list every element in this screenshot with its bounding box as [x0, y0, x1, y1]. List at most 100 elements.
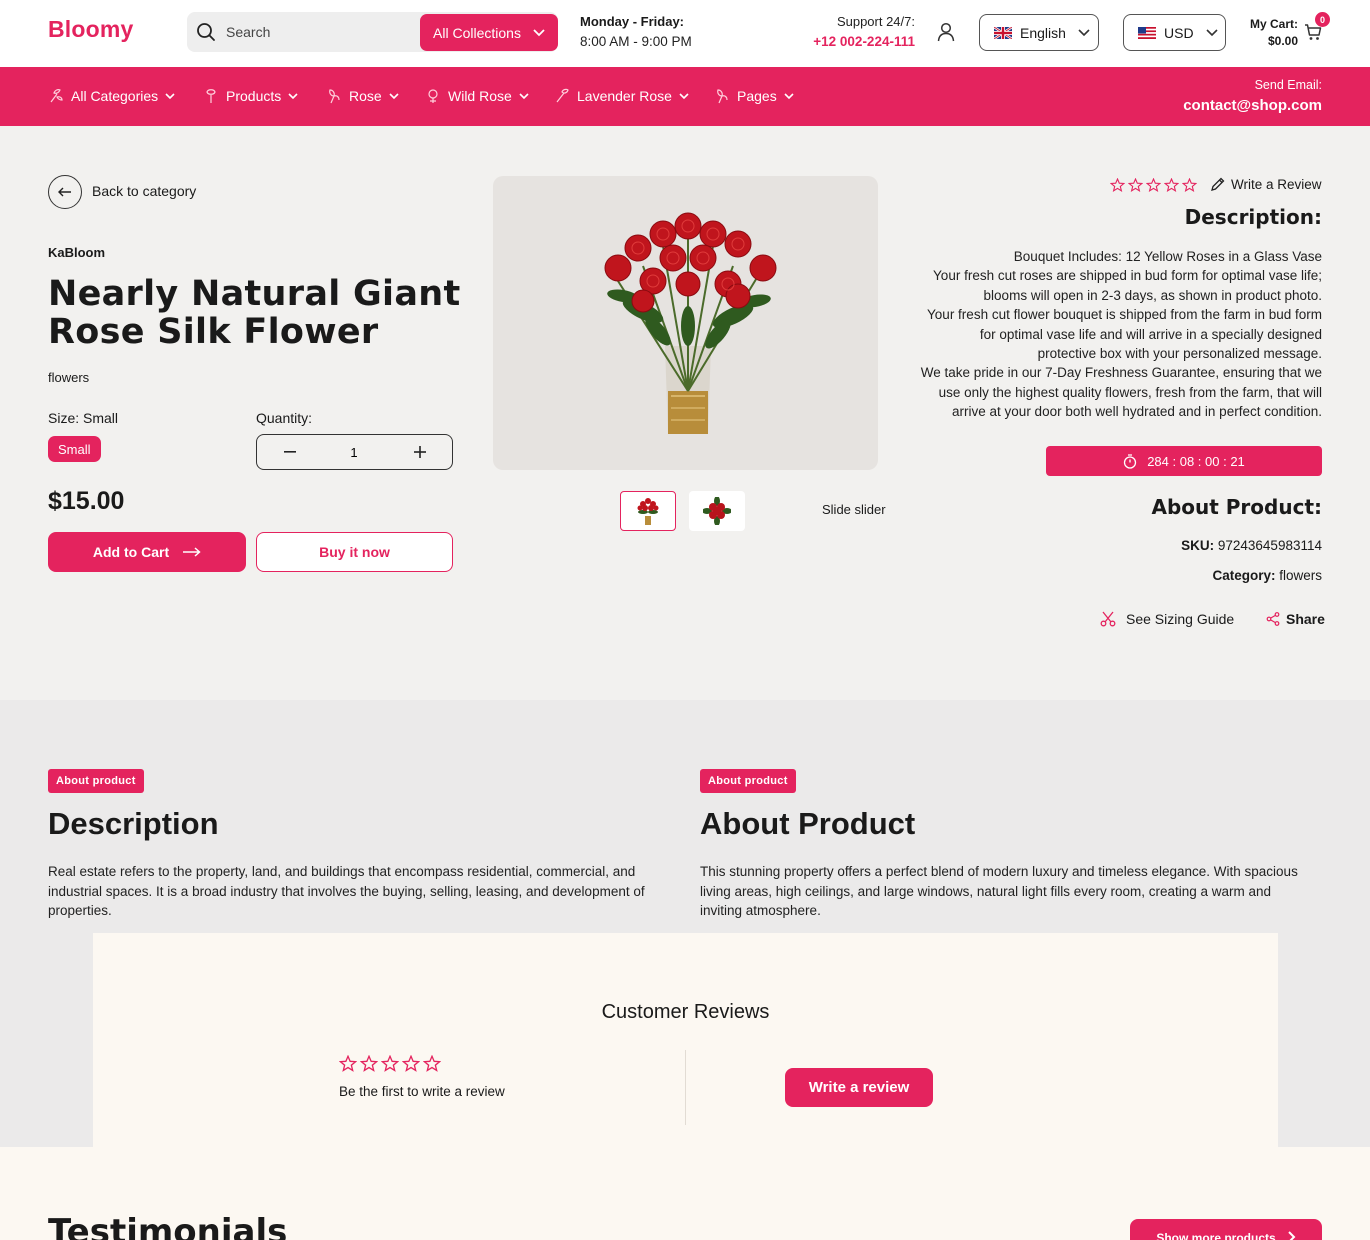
chevron-down-icon: [165, 92, 175, 100]
logo[interactable]: Bloomy: [48, 16, 134, 43]
product-main-image[interactable]: [493, 176, 878, 470]
testimonials-title: Testimonials: [48, 1212, 288, 1240]
quantity-increase-button[interactable]: [400, 440, 440, 464]
star-icon: [1110, 178, 1125, 192]
nav-item-wild-rose[interactable]: Wild Rose: [425, 88, 529, 104]
no-reviews-text: Be the first to write a review: [339, 1084, 505, 1099]
back-button[interactable]: [48, 175, 82, 209]
description-line: Your fresh cut roses are shipped in bud …: [933, 268, 1322, 284]
nav-item-all-categories[interactable]: All Categories: [48, 88, 175, 104]
search-input[interactable]: [226, 20, 416, 44]
nav-item-lavender-rose[interactable]: Lavender Rose: [554, 88, 689, 104]
user-icon[interactable]: [936, 22, 956, 42]
star-icon: [1164, 178, 1179, 192]
add-to-cart-label: Add to Cart: [92, 544, 170, 560]
search-icon[interactable]: [196, 22, 216, 42]
description-line: arrive at your door both well hydrated a…: [952, 404, 1322, 420]
chevron-down-icon: [784, 92, 794, 100]
star-icon: [360, 1055, 378, 1072]
cart-count-badge: 0: [1315, 12, 1330, 27]
category-label: Category:: [1212, 568, 1276, 583]
about-product-title: About Product: [700, 806, 916, 841]
send-email-link[interactable]: contact@shop.com: [1183, 97, 1322, 114]
support-phone[interactable]: +12 002-224-111: [760, 34, 915, 49]
nav-item-products[interactable]: Products: [203, 88, 298, 104]
description-title: Description: [48, 806, 219, 841]
chevron-down-icon: [288, 92, 298, 100]
chevron-down-icon: [389, 92, 399, 100]
rose-topview-thumbnail: [703, 497, 731, 525]
write-review-button[interactable]: Write a review: [785, 1068, 933, 1107]
description-line: for optimal vase life and will arrive in…: [979, 326, 1322, 342]
send-email-label: Send Email:: [1254, 78, 1322, 92]
product-thumbnail-2[interactable]: [689, 491, 745, 531]
add-to-cart-button[interactable]: Add to Cart: [48, 532, 246, 572]
product-vendor[interactable]: KaBloom: [48, 245, 105, 260]
rose-bouquet-thumbnail: [637, 498, 659, 525]
quantity-decrease-button[interactable]: [270, 440, 310, 464]
flower-icon: [714, 88, 730, 104]
sizing-guide-label: See Sizing Guide: [1126, 611, 1235, 627]
nav-label: All Categories: [71, 88, 159, 104]
about-product-heading: About Product:: [1151, 495, 1322, 519]
category-value[interactable]: flowers: [1279, 568, 1322, 583]
all-collections-dropdown[interactable]: All Collections: [420, 14, 558, 51]
slide-slider-label[interactable]: Slide slider: [822, 502, 886, 517]
flower-icon: [48, 88, 64, 104]
description-line: protective box with your personalized me…: [1037, 346, 1322, 362]
rose-bouquet-image: [604, 212, 777, 434]
flower-icon: [425, 88, 441, 104]
chevron-down-icon: [1078, 28, 1090, 37]
scissors-icon: [1100, 611, 1116, 627]
us-flag-icon: [1138, 26, 1156, 39]
star-icon: [1146, 178, 1161, 192]
review-rating-stars: [339, 1055, 441, 1072]
description-line: use only the highest quality flowers, fr…: [938, 384, 1322, 400]
description-text: Bouquet Includes: 12 Yellow Roses in a G…: [902, 247, 1322, 422]
write-review-link[interactable]: Write a Review: [1210, 177, 1322, 192]
nav-item-rose[interactable]: Rose: [326, 88, 399, 104]
cart-value: $0.00: [1267, 34, 1298, 48]
chevron-down-icon: [1205, 28, 1218, 37]
description-line: We take pride in our 7-Day Freshness Gua…: [920, 365, 1322, 381]
nav-label: Wild Rose: [448, 88, 512, 104]
buy-now-button[interactable]: Buy it now: [256, 532, 453, 572]
support-label: Support 24/7:: [836, 14, 915, 29]
sizing-guide-link[interactable]: See Sizing Guide: [1100, 611, 1234, 627]
currency-select[interactable]: USD: [1123, 14, 1226, 51]
star-icon: [1128, 178, 1143, 192]
description-line: Bouquet Includes: 12 Yellow Roses in a G…: [1013, 249, 1322, 264]
share-icon: [1266, 612, 1280, 626]
nav-label: Rose: [349, 88, 382, 104]
share-label: Share: [1286, 611, 1325, 627]
chevron-down-icon: [533, 28, 545, 37]
product-thumbnail-1[interactable]: [620, 491, 676, 531]
product-title: Nearly Natural Giant Rose Silk Flower: [48, 274, 461, 352]
back-to-category-link[interactable]: Back to category: [92, 183, 196, 199]
cart-label: My Cart:: [1249, 17, 1298, 31]
language-select[interactable]: English: [979, 14, 1099, 51]
show-more-products-button[interactable]: Show more products: [1130, 1219, 1322, 1240]
star-icon: [402, 1055, 420, 1072]
about-product-body: This stunning property offers a perfect …: [700, 864, 1298, 918]
uk-flag-icon: [994, 26, 1012, 39]
quantity-input[interactable]: [334, 440, 374, 464]
countdown-value: 284 : 08 : 00 : 21: [1147, 453, 1245, 469]
size-option-small[interactable]: Small: [48, 436, 101, 462]
nav-label: Lavender Rose: [577, 88, 672, 104]
share-button[interactable]: Share: [1266, 611, 1325, 627]
description-line: blooms will open in 2-3 days, as shown i…: [983, 287, 1322, 303]
all-collections-label: All Collections: [433, 24, 521, 41]
chevron-right-icon: [1287, 1231, 1296, 1240]
description-line: Your fresh cut flower bouquet is shipped…: [927, 307, 1322, 323]
nav-item-pages[interactable]: Pages: [714, 88, 794, 104]
stopwatch-icon: [1123, 453, 1137, 469]
description-body: Real estate refers to the property, land…: [48, 864, 645, 918]
flower-icon: [554, 88, 570, 104]
rating-stars[interactable]: [1110, 178, 1197, 192]
description-heading: Description:: [1184, 205, 1322, 229]
hours-title: Monday - Friday:: [580, 14, 685, 29]
pencil-icon: [1210, 177, 1225, 192]
chevron-down-icon: [679, 92, 689, 100]
arrow-left-icon: [58, 187, 72, 197]
